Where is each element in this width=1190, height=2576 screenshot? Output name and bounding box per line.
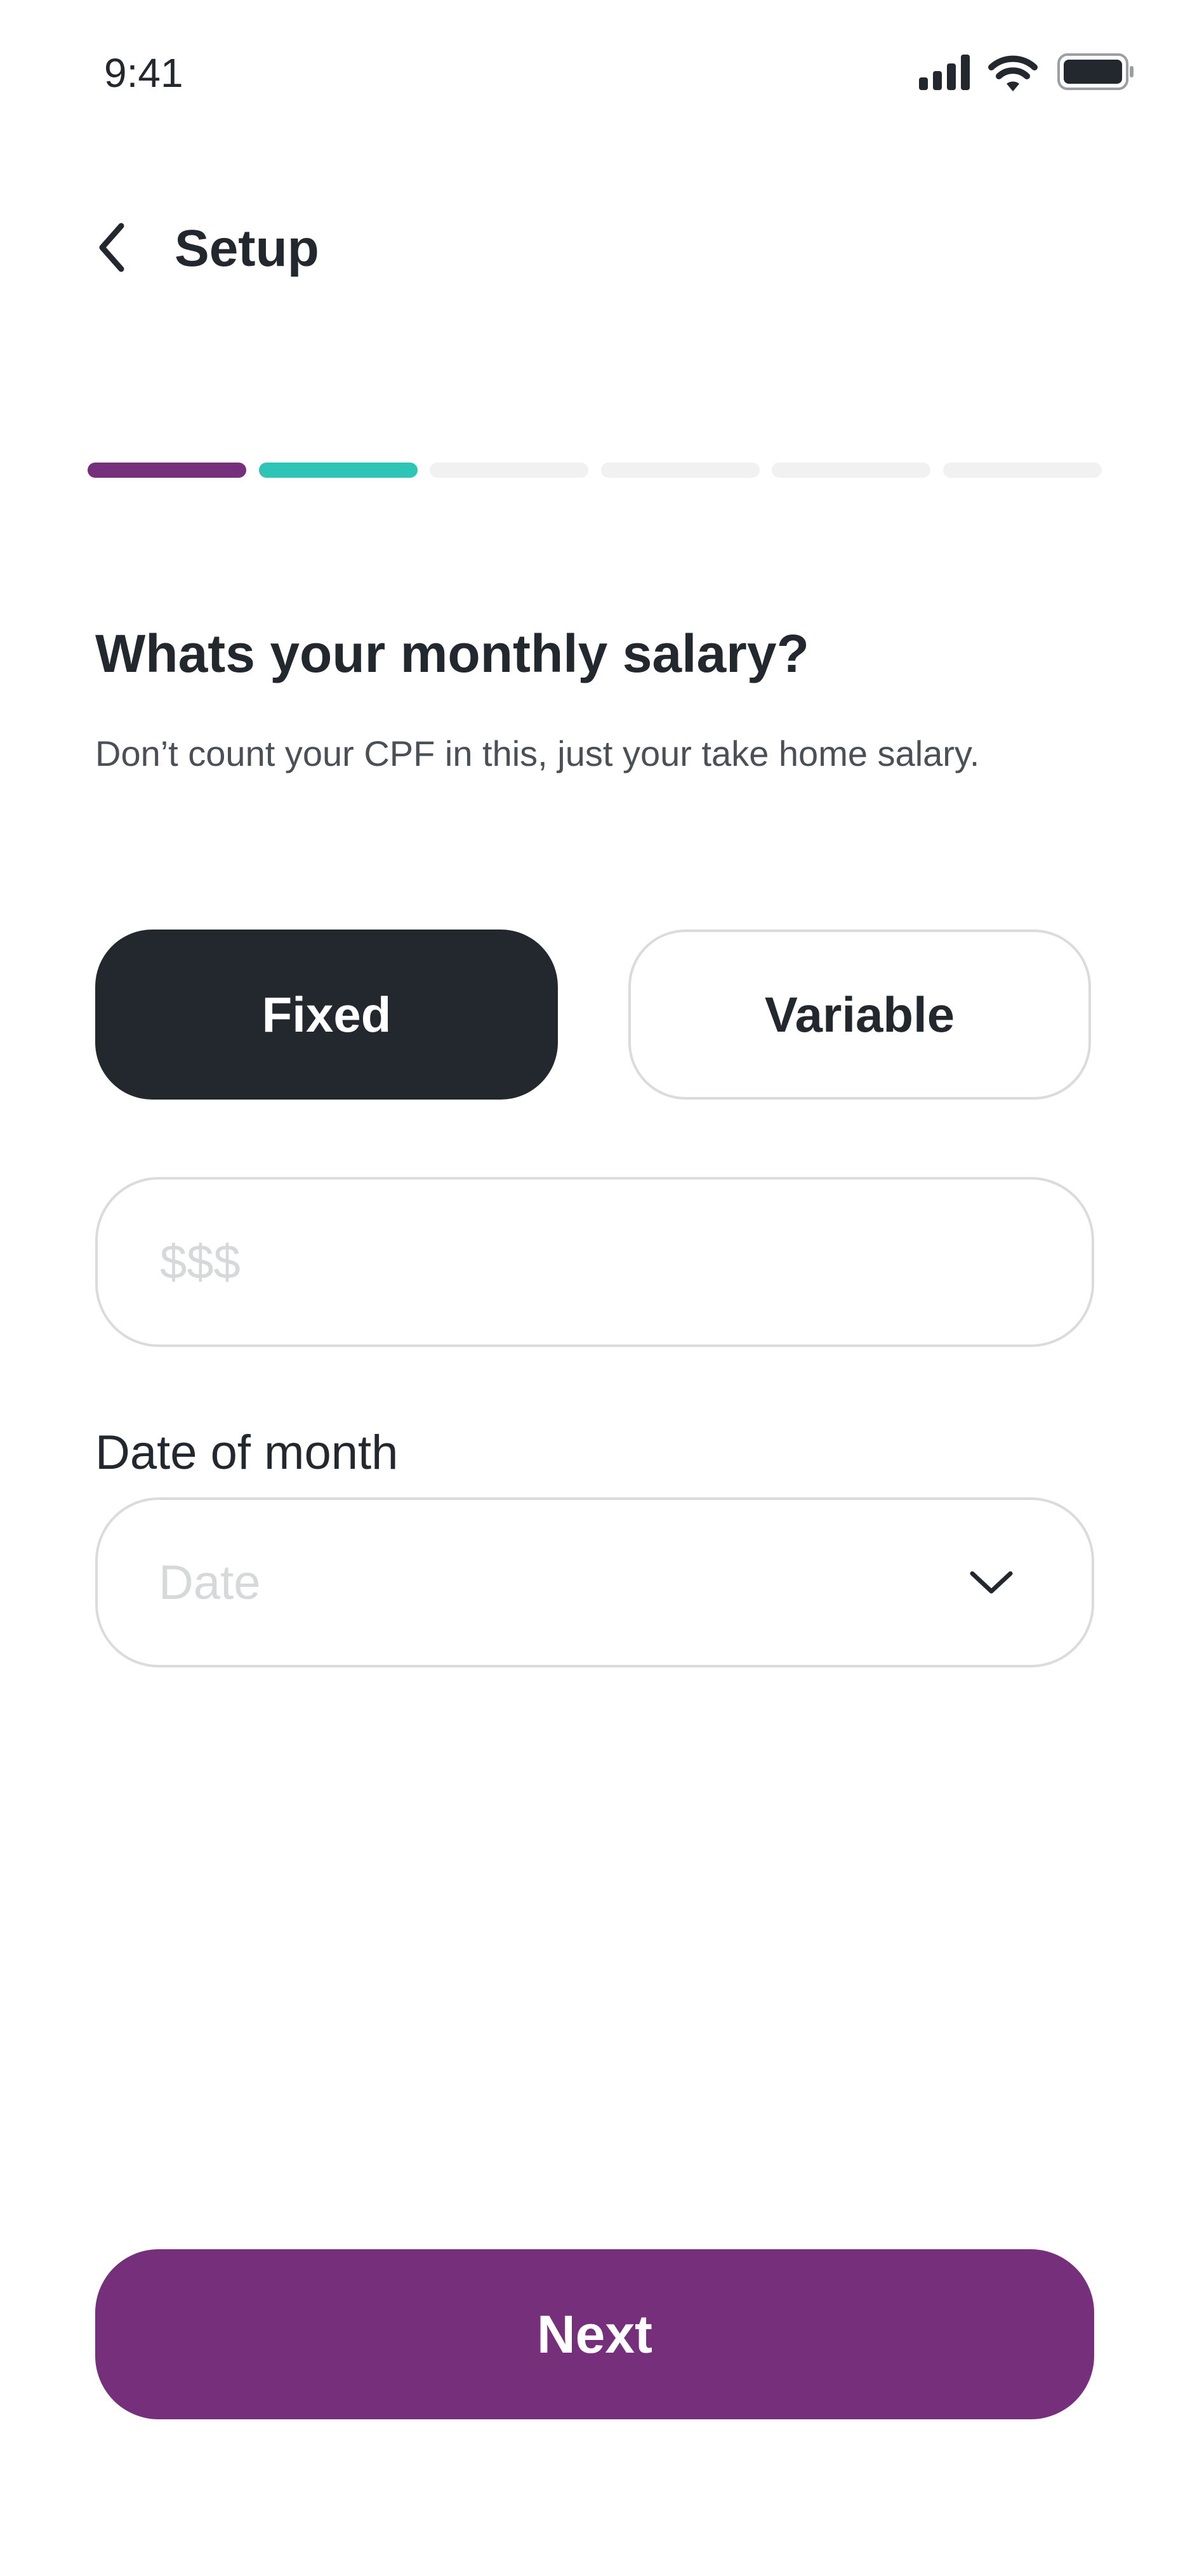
chevron-down-icon bbox=[970, 1571, 1013, 1594]
question-title: Whats your monthly salary? bbox=[95, 624, 809, 683]
date-select[interactable]: Date bbox=[95, 1497, 1094, 1667]
chevron-left-icon bbox=[99, 223, 124, 272]
salary-amount-field bbox=[95, 1177, 1094, 1347]
status-icons bbox=[919, 53, 1134, 91]
status-time: 9:41 bbox=[104, 50, 183, 96]
date-of-month-label: Date of month bbox=[95, 1426, 399, 1480]
date-placeholder: Date bbox=[159, 1555, 261, 1610]
progress-step-4 bbox=[600, 463, 760, 478]
fixed-option-button[interactable]: Fixed bbox=[95, 930, 558, 1100]
next-button[interactable]: Next bbox=[95, 2249, 1094, 2419]
variable-option-button[interactable]: Variable bbox=[628, 930, 1091, 1100]
progress-step-1 bbox=[88, 463, 246, 478]
progress-step-5 bbox=[772, 463, 931, 478]
salary-amount-input[interactable] bbox=[159, 1180, 1054, 1344]
battery-icon bbox=[1057, 53, 1134, 90]
cellular-signal-icon bbox=[919, 55, 970, 90]
progress-step-3 bbox=[430, 463, 589, 478]
back-button[interactable] bbox=[89, 219, 133, 276]
progress-step-2 bbox=[258, 463, 418, 478]
question-subtitle: Don’t count your CPF in this, just your … bbox=[95, 733, 980, 773]
wifi-icon bbox=[988, 55, 1038, 91]
progress-steps bbox=[88, 463, 1102, 478]
progress-step-6 bbox=[942, 463, 1102, 478]
page-title: Setup bbox=[175, 220, 319, 277]
